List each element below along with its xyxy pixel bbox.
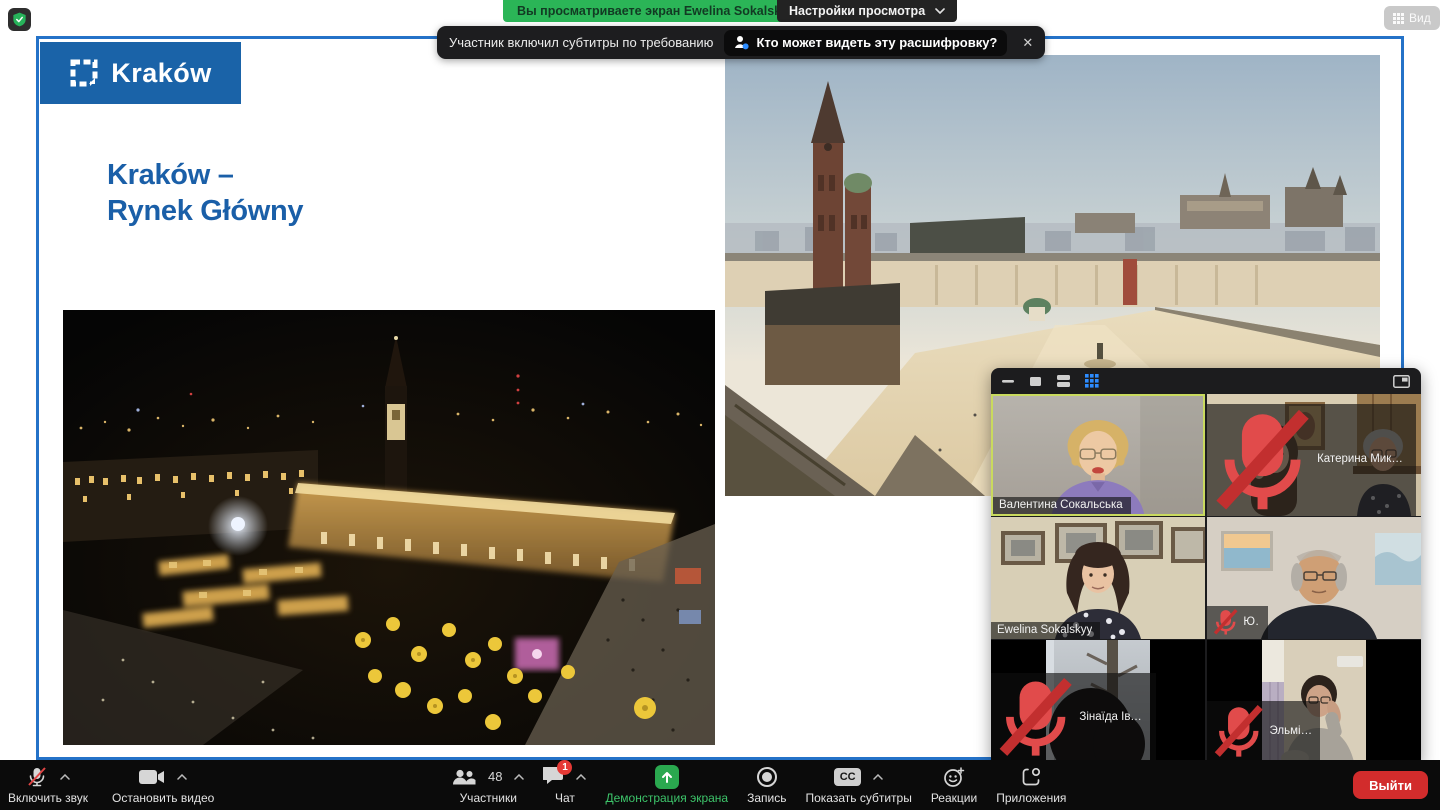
reactions-label: Реакции bbox=[931, 791, 977, 805]
participants-icon bbox=[452, 769, 476, 785]
video-camera-icon bbox=[139, 769, 165, 785]
slide-title: Kraków – Rynek Główny bbox=[107, 157, 303, 229]
chat-button[interactable]: 1 Чат bbox=[543, 760, 586, 810]
participant-nameplate: Эльміра Алієва bbox=[1207, 701, 1320, 762]
muted-mic-icon bbox=[1213, 406, 1312, 513]
toolbar-center-group: 48 Участники 1 Чат bbox=[452, 760, 1066, 810]
captions-label: Показать субтитры bbox=[805, 791, 911, 805]
leave-meeting-button[interactable]: Выйти bbox=[1353, 771, 1428, 799]
viewing-screen-banner: Вы просматриваете экран Ewelina Sokalsky… bbox=[503, 0, 809, 22]
view-button-label: Вид bbox=[1409, 11, 1431, 25]
participants-button[interactable]: 48 Участники bbox=[452, 760, 524, 810]
chevron-up-icon[interactable] bbox=[514, 774, 524, 780]
muted-mic-icon bbox=[26, 766, 48, 788]
participant-tile[interactable]: Валентина Сокальська bbox=[991, 394, 1205, 516]
chevron-up-icon[interactable] bbox=[873, 774, 883, 780]
cc-icon: CC bbox=[834, 768, 861, 786]
stop-video-label: Остановить видео bbox=[112, 791, 214, 805]
gallery-toolbar bbox=[991, 368, 1421, 394]
speaker-view-icon[interactable] bbox=[1029, 376, 1042, 387]
chat-unread-badge: 1 bbox=[557, 760, 572, 775]
slide-title-line1: Kraków – bbox=[107, 157, 303, 193]
participant-nameplate: Ewelina Sokalskyy bbox=[991, 622, 1100, 639]
participant-tile[interactable]: Юзер bbox=[1207, 517, 1421, 639]
captions-toast-message: Участник включил субтитры по требованию bbox=[449, 35, 713, 50]
participant-tile[interactable]: Эльміра Алієва bbox=[1207, 640, 1421, 762]
participant-nameplate: Юзер bbox=[1207, 606, 1268, 639]
chevron-down-icon bbox=[935, 8, 945, 14]
apps-label: Приложения bbox=[996, 791, 1066, 805]
participants-label: Участники bbox=[460, 791, 517, 805]
chevron-up-icon[interactable] bbox=[177, 774, 187, 780]
night-photo-art bbox=[63, 310, 715, 745]
participant-name: Катерина Миколаївна Долматова bbox=[1317, 453, 1407, 465]
participant-name: Валентина Сокальська bbox=[999, 499, 1123, 511]
reactions-smiley-icon bbox=[943, 766, 965, 788]
apps-icon bbox=[1020, 766, 1042, 788]
participant-video bbox=[991, 517, 1205, 639]
shield-icon bbox=[12, 12, 27, 27]
share-screen-icon bbox=[655, 765, 679, 789]
reactions-button[interactable]: Реакции bbox=[931, 760, 977, 810]
share-screen-label: Демонстрация экрана bbox=[605, 791, 728, 805]
popout-layout-icon[interactable] bbox=[1393, 375, 1410, 388]
chevron-up-icon[interactable] bbox=[576, 774, 586, 780]
unmute-label: Включить звук bbox=[8, 791, 88, 805]
captions-toast: Участник включил субтитры по требованию … bbox=[437, 26, 1045, 59]
record-icon bbox=[756, 766, 778, 788]
participants-count: 48 bbox=[488, 769, 502, 784]
stop-video-button[interactable]: Остановить видео bbox=[112, 760, 214, 810]
muted-mic-icon bbox=[997, 675, 1074, 759]
participant-tile[interactable]: Ewelina Sokalskyy bbox=[991, 517, 1205, 639]
toolbar-left-group: Включить звук Остановить видео bbox=[8, 760, 214, 810]
video-gallery-panel: Валентина Сокальська bbox=[991, 368, 1421, 763]
record-button[interactable]: Запись bbox=[747, 760, 786, 810]
chevron-up-icon[interactable] bbox=[60, 774, 70, 780]
chat-label: Чат bbox=[555, 791, 575, 805]
captions-button[interactable]: CC Показать субтитры bbox=[805, 760, 911, 810]
participant-name: Ewelina Sokalskyy bbox=[997, 624, 1092, 636]
participant-name: Эльміра Алієва bbox=[1270, 725, 1313, 737]
participant-tile[interactable]: Зінаїда Іванівна Міщенко bbox=[991, 640, 1205, 762]
participant-nameplate: Катерина Миколаївна Долматова bbox=[1207, 404, 1416, 516]
muted-mic-icon bbox=[1213, 608, 1238, 636]
night-square-photo bbox=[63, 310, 715, 745]
slide-title-line2: Rynek Główny bbox=[107, 193, 303, 229]
krakow-logo: Kraków bbox=[40, 42, 241, 104]
view-settings-label: Настройки просмотра bbox=[789, 0, 925, 22]
close-icon[interactable]: ✕ bbox=[1022, 35, 1033, 51]
meeting-toolbar: Включить звук Остановить видео bbox=[0, 760, 1440, 810]
participant-name: Зінаїда Іванівна Міщенко bbox=[1079, 711, 1148, 723]
participant-tile[interactable]: Катерина Миколаївна Долматова bbox=[1207, 394, 1421, 516]
record-label: Запись bbox=[747, 791, 786, 805]
stacked-view-icon[interactable] bbox=[1057, 375, 1070, 387]
participant-nameplate: Зінаїда Іванівна Міщенко bbox=[991, 673, 1156, 762]
grid-view-icon bbox=[1393, 13, 1404, 24]
gallery-view-icon[interactable] bbox=[1085, 374, 1099, 388]
unmute-button[interactable]: Включить звук bbox=[8, 760, 88, 810]
participant-name: Юзер bbox=[1243, 616, 1259, 628]
security-shield-button[interactable] bbox=[8, 8, 31, 31]
person-icon bbox=[734, 35, 749, 50]
krakow-logo-icon bbox=[69, 58, 99, 88]
view-settings-button[interactable]: Настройки просмотра bbox=[777, 0, 957, 22]
who-can-see-transcript-button[interactable]: Кто может видеть эту расшифровку? bbox=[724, 30, 1007, 56]
participant-nameplate: Валентина Сокальська bbox=[993, 497, 1131, 514]
share-screen-button[interactable]: Демонстрация экрана bbox=[605, 760, 728, 810]
muted-mic-icon bbox=[1213, 703, 1265, 759]
minimize-icon[interactable] bbox=[1002, 375, 1014, 387]
who-can-see-transcript-label: Кто может видеть эту расшифровку? bbox=[756, 35, 997, 50]
view-layout-button[interactable]: Вид bbox=[1384, 6, 1440, 30]
logo-text: Kraków bbox=[111, 58, 212, 89]
apps-button[interactable]: Приложения bbox=[996, 760, 1066, 810]
